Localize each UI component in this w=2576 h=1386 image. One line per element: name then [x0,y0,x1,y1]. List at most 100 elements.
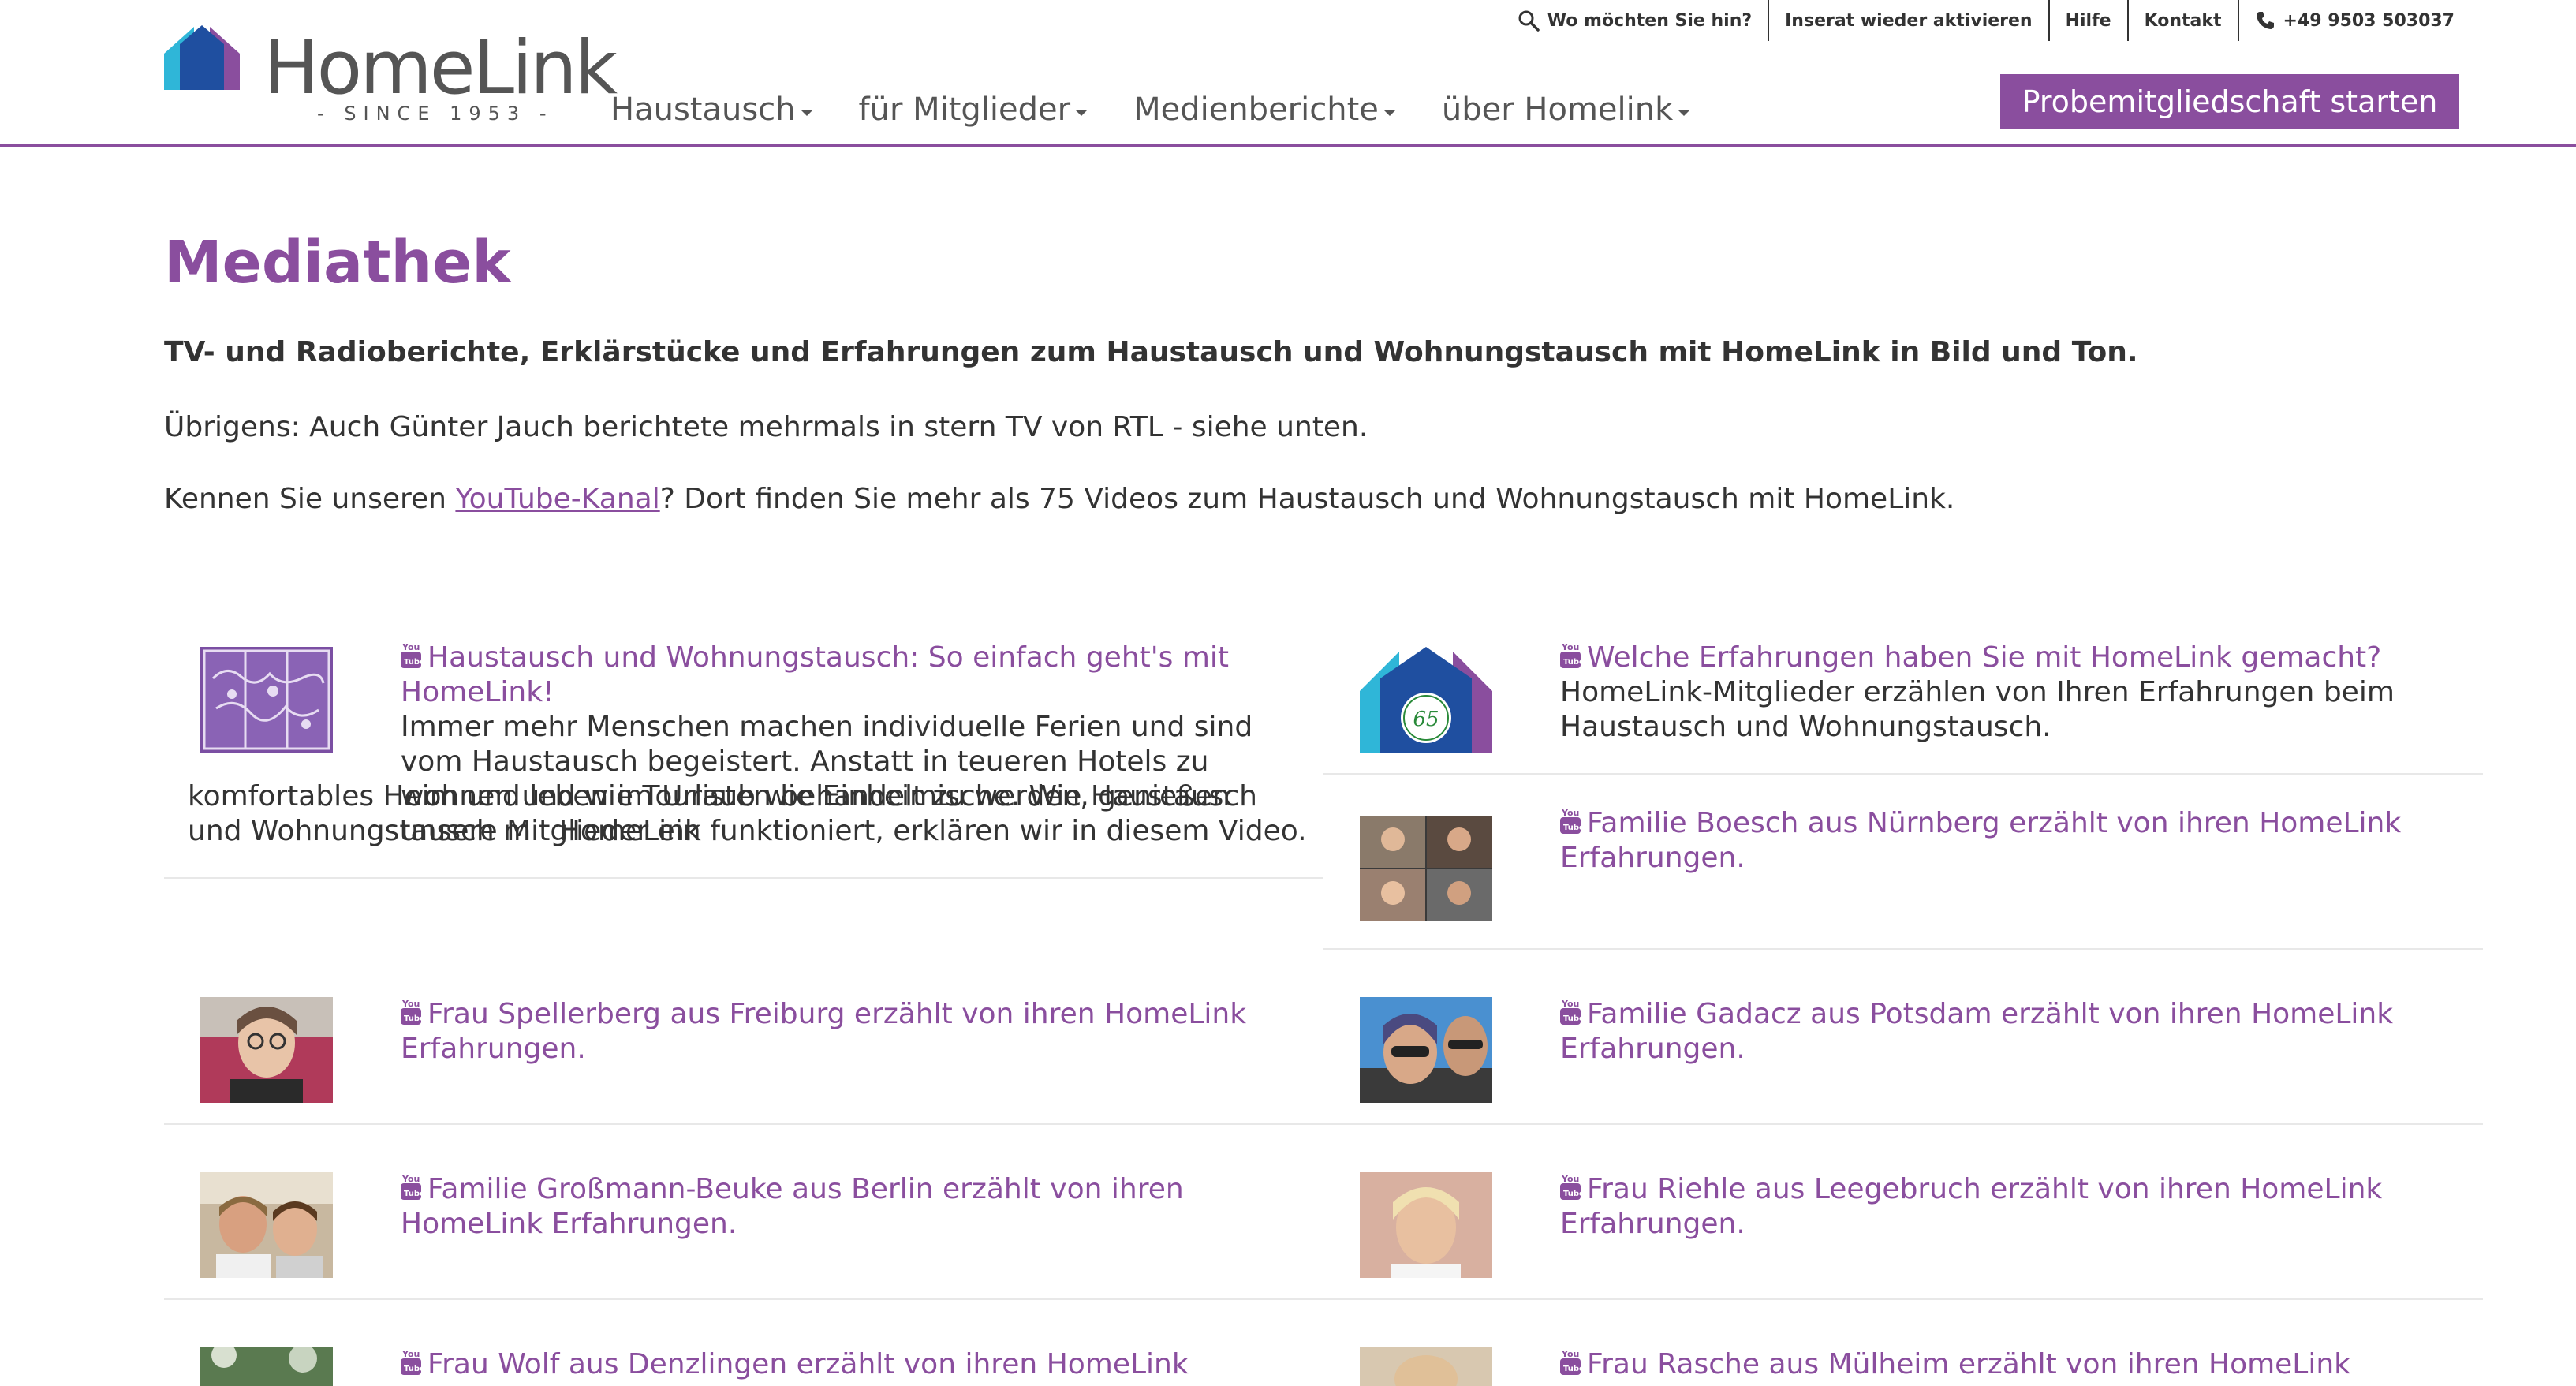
trial-membership-button[interactable]: Probemitgliedschaft starten [2000,74,2459,129]
svg-text:Tube: Tube [1563,1190,1581,1198]
media-title: Welche Erfahrungen haben Sie mit HomeLin… [1587,641,2382,674]
media-description: HomeLink-Mitglieder erzählen von Ihren E… [1560,676,2395,743]
nav-label: Haustausch [610,92,796,128]
svg-text:You: You [401,999,420,1009]
house-logo-icon [164,25,240,90]
media-text: You TubeFrau Wolf aus Denzlingen erzählt … [401,1347,1308,1386]
outdoor-thumbnail[interactable] [200,1347,333,1386]
youtube-icon: You Tube [1560,808,1581,834]
youtube-icon: You Tube [1560,1349,1581,1375]
youtube-icon: You Tube [1560,1174,1581,1200]
svg-text:You: You [1561,808,1579,818]
media-title-link[interactable]: You TubeFamilie Großmann-Beuke aus Berlin… [401,1173,1184,1240]
media-title-link[interactable]: You TubeFrau Spellerberg aus Freiburg erz… [401,998,1246,1065]
caret-down-icon [1075,110,1088,116]
youtube-channel-link[interactable]: YouTube-Kanal [455,483,659,515]
main-navigation: Haustausch für Mitglieder Medienberichte… [610,92,1736,128]
svg-text:Tube: Tube [404,658,421,667]
map-thumbnail[interactable] [200,647,333,753]
media-title-link[interactable]: You TubeFrau Wolf aus Denzlingen erzählt … [401,1348,1189,1386]
blonde-woman-thumbnail[interactable] [1360,1172,1492,1278]
svg-text:Tube: Tube [404,1190,421,1198]
media-title: Frau Spellerberg aus Freiburg erzählt vo… [401,998,1247,1065]
media-title-link[interactable]: You TubeFrau Riehle aus Leegebruch erzähl… [1560,1173,2382,1240]
media-title: Frau Wolf aus Denzlingen erzählt von ihr… [401,1348,1189,1386]
media-item: You TubeFrau Rasche aus Mülheim erzählt v… [1323,1300,2483,1386]
media-text: You TubeFrau Riehle aus Leegebruch erzähl… [1560,1172,2467,1242]
media-title-link[interactable]: You Tube Welche Erfahrungen haben Sie mit … [1560,641,2381,674]
media-text: You TubeFamilie Großmann-Beuke aus Berlin… [401,1172,1308,1242]
media-text: You TubeFrau Rasche aus Mülheim erzählt v… [1560,1347,2467,1386]
caret-down-icon [1678,110,1691,116]
contact-link[interactable]: Kontakt [2129,0,2239,41]
media-description-continued: komfortables Heim und leben im Urlaub wi… [188,780,1307,847]
portrait-thumbnail[interactable] [1360,1347,1492,1386]
svg-text:You: You [1561,999,1579,1009]
svg-text:Tube: Tube [1563,824,1581,832]
media-title: Familie Boesch aus Nürnberg erzählt von … [1560,807,2402,874]
media-item: You TubeFamilie Boesch aus Nürnberg erzäh… [1323,775,2483,950]
media-title: Familie Großmann-Beuke aus Berlin erzähl… [401,1173,1184,1240]
page-title: Mediathek [164,229,511,297]
youtube-icon: You Tube [401,1174,421,1200]
svg-text:You: You [401,1349,420,1359]
svg-text:Tube: Tube [1563,1014,1581,1023]
phone-number: +49 9503 503037 [2283,10,2455,31]
media-item: 65 You Tube Welche Erfahrungen haben Sie m… [1323,623,2483,775]
media-title: Haustausch und Wohnungstausch: So einfac… [401,641,1230,708]
media-title-link[interactable]: You TubeFrau Rasche aus Mülheim erzählt v… [1560,1348,2350,1386]
svg-text:Tube: Tube [1563,1365,1581,1373]
caret-down-icon [800,110,813,116]
media-text: You TubeFamilie Boesch aus Nürnberg erzäh… [1560,806,2467,876]
search-label: Wo möchten Sie hin? [1547,10,1753,31]
youtube-icon: You Tube [1560,642,1581,668]
svg-text:Tube: Tube [1563,658,1581,667]
reactivate-listing-link[interactable]: Inserat wieder aktivieren [1769,0,2050,41]
svg-text:You: You [1561,642,1579,652]
media-item: You TubeHaustausch und Wohnungstausch: So… [164,623,1323,879]
nav-fuer-mitglieder[interactable]: für Mitglieder [859,92,1088,128]
nav-label: über Homelink [1441,92,1674,128]
media-item: You TubeFrau Wolf aus Denzlingen erzählt … [164,1300,1323,1386]
anniversary-logo-thumbnail[interactable]: 65 [1360,647,1492,753]
svg-text:Tube: Tube [404,1014,421,1023]
phone-icon [2256,12,2274,29]
media-title-link[interactable]: You TubeFamilie Gadacz aus Potsdam erzähl… [1560,998,2393,1065]
youtube-icon: You Tube [401,999,421,1025]
phone-link[interactable]: +49 9503 503037 [2239,0,2470,41]
youtube-icon: You Tube [401,642,421,668]
woman-glasses-thumbnail[interactable] [200,997,333,1103]
nav-medienberichte[interactable]: Medienberichte [1133,92,1396,128]
media-title: Frau Riehle aus Leegebruch erzählt von i… [1560,1173,2383,1240]
youtube-prefix: Kennen Sie unseren [164,483,456,515]
destination-search-link[interactable]: Wo möchten Sie hin? [1502,0,1770,41]
svg-text:You: You [401,1174,420,1184]
media-item: You TubeFamilie Gadacz aus Potsdam erzähl… [1323,950,2483,1125]
media-title-link[interactable]: You TubeFamilie Boesch aus Nürnberg erzäh… [1560,807,2401,874]
nav-label: für Mitglieder [858,92,1071,128]
logo-tagline: - SINCE 1953 - [317,103,554,125]
homelink-logo[interactable]: HomeLink - SINCE 1953 - [162,21,618,131]
svg-text:You: You [1561,1174,1579,1184]
page-lead: TV- und Radioberichte, Erklärstücke und … [164,336,2138,368]
nav-label: Medienberichte [1133,92,1379,128]
help-link[interactable]: Hilfe [2050,0,2129,41]
jauch-note: Übrigens: Auch Günter Jauch berichtete m… [164,411,1368,443]
media-item: You TubeFrau Spellerberg aus Freiburg erz… [164,950,1323,1125]
media-item: You TubeFamilie Großmann-Beuke aus Berlin… [164,1125,1323,1300]
svg-text:You: You [401,642,420,652]
search-icon [1518,10,1540,32]
caret-down-icon [1383,110,1396,116]
main-content: Mediathek TV- und Radioberichte, Erklärs… [164,233,2483,515]
nav-haustausch[interactable]: Haustausch [610,92,813,128]
nav-ueber-homelink[interactable]: über Homelink [1441,92,1691,128]
logo-wordmark: HomeLink [263,25,618,111]
family-grid-thumbnail[interactable] [1360,816,1492,921]
media-title-link[interactable]: You TubeHaustausch und Wohnungstausch: So… [401,641,1229,708]
youtube-icon: You Tube [1560,999,1581,1025]
top-utility-bar: Wo möchten Sie hin? Inserat wieder aktiv… [1502,0,2470,41]
selfie-thumbnail[interactable] [1360,997,1492,1103]
media-title: Frau Rasche aus Mülheim erzählt von ihre… [1560,1348,2351,1386]
couple-thumbnail[interactable] [200,1172,333,1278]
media-title: Familie Gadacz aus Potsdam erzählt von i… [1560,998,2394,1065]
